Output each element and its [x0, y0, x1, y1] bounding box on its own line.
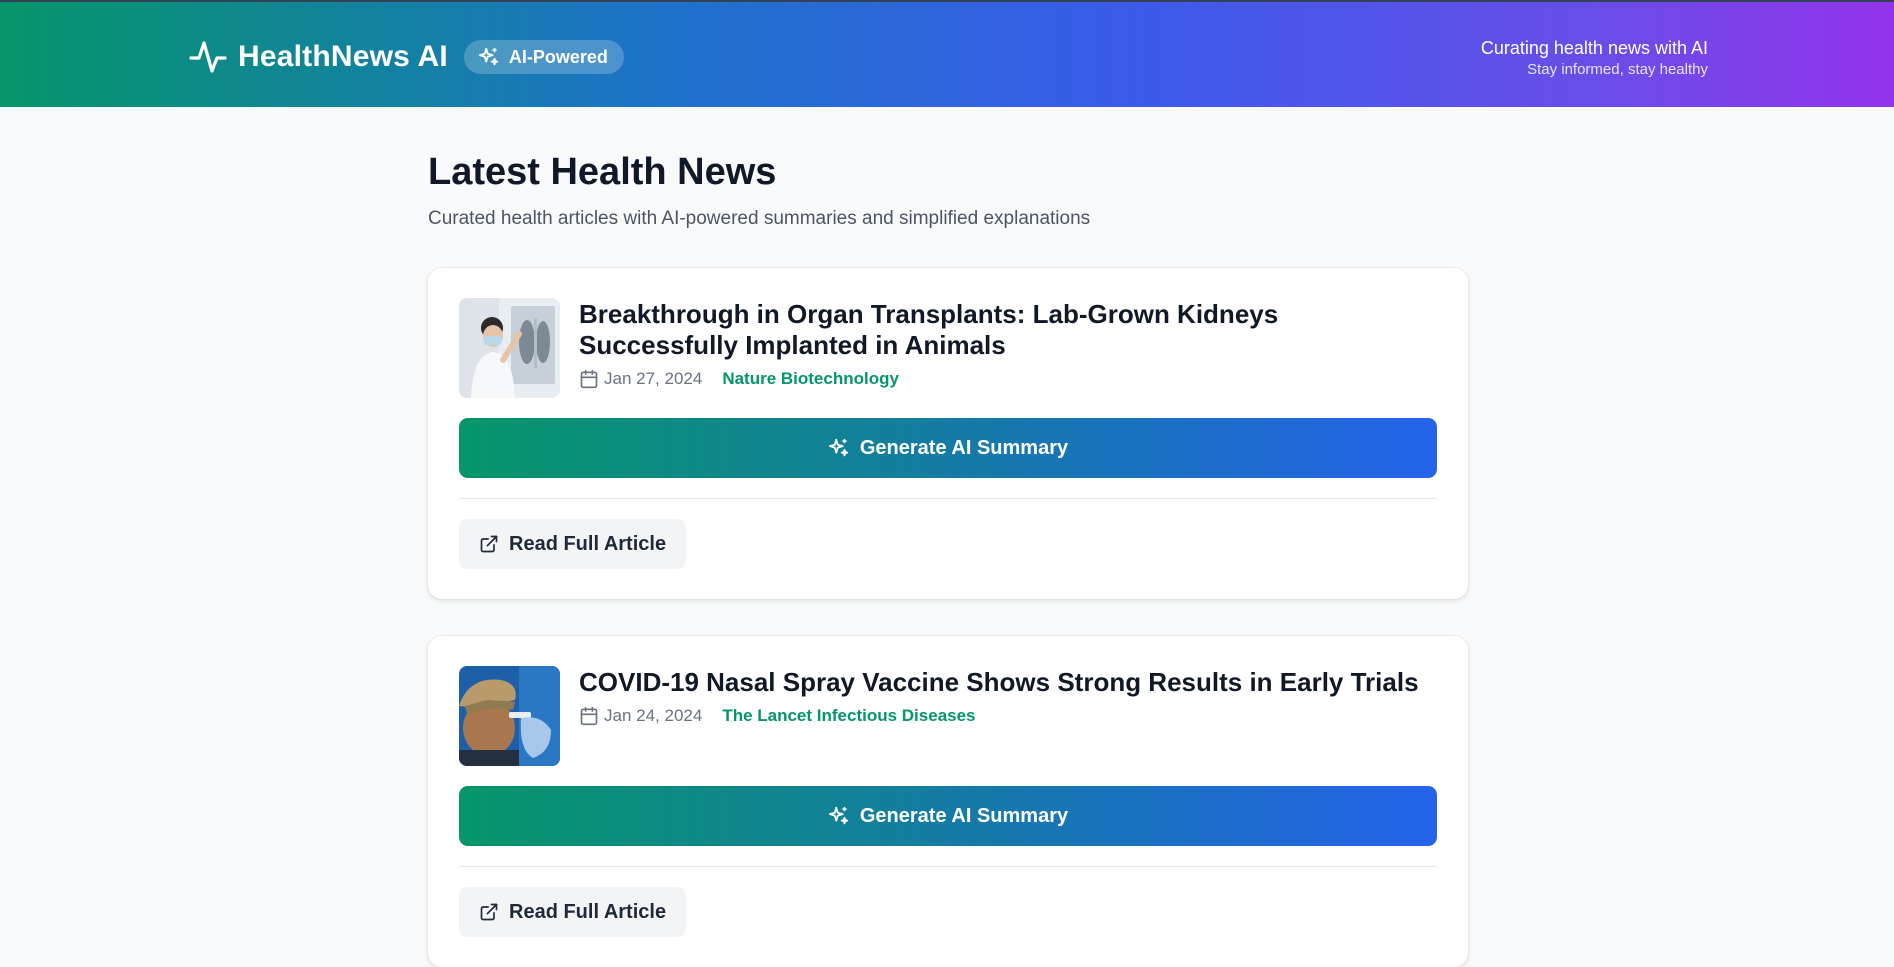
activity-pulse-icon: [189, 41, 227, 73]
divider: [459, 866, 1437, 867]
page-title: Latest Health News: [428, 151, 777, 193]
article-meta: Jan 24, 2024 The Lancet Infectious Disea…: [579, 706, 1419, 726]
article-thumbnail[interactable]: [459, 298, 560, 398]
tagline-sub: Stay informed, stay healthy: [1527, 61, 1708, 78]
article-card: Breakthrough in Organ Transplants: Lab-G…: [428, 268, 1468, 599]
tagline: Curating health news with AI Stay inform…: [1481, 36, 1708, 80]
divider: [459, 498, 1437, 499]
ai-powered-badge: AI-Powered: [463, 40, 624, 74]
article-date: Jan 24, 2024: [604, 706, 703, 725]
article-title[interactable]: COVID-19 Nasal Spray Vaccine Shows Stron…: [579, 667, 1419, 698]
calendar-icon: [580, 369, 598, 389]
main-content: Latest Health News Curated health articl…: [428, 107, 1468, 231]
page-subtitle: Curated health articles with AI-powered …: [428, 208, 1091, 229]
brand-name: HealthNews AI: [238, 40, 448, 73]
sparkles-icon: [478, 47, 499, 66]
calendar-icon: [580, 706, 598, 726]
nasal-spray-image: [459, 666, 560, 766]
article-source: The Lancet Infectious Diseases: [722, 706, 976, 725]
external-link-icon: [480, 535, 498, 553]
generate-button-label: Generate AI Summary: [859, 436, 1069, 459]
article-thumbnail[interactable]: [459, 666, 560, 766]
tagline-main: Curating health news with AI: [1480, 38, 1708, 58]
sparkles-icon: [828, 438, 849, 457]
article-title[interactable]: Breakthrough in Organ Transplants: Lab-G…: [579, 299, 1437, 361]
external-link-icon: [480, 903, 498, 921]
article-meta: Jan 27, 2024 Nature Biotechnology: [579, 369, 1437, 389]
doctor-xray-image: [459, 298, 560, 398]
generate-button-label: Generate AI Summary: [859, 804, 1069, 827]
badge-label: AI-Powered: [508, 46, 608, 67]
read-button-label: Read Full Article: [509, 900, 667, 923]
article-date: Jan 27, 2024: [604, 369, 703, 388]
app-header: HealthNews AI AI-Powered Curating health…: [0, 0, 1894, 107]
read-full-article-button[interactable]: Read Full Article: [459, 887, 687, 937]
article-source: Nature Biotechnology: [722, 369, 899, 388]
generate-ai-summary-button[interactable]: Generate AI Summary: [459, 418, 1437, 478]
sparkles-icon: [828, 806, 849, 825]
read-button-label: Read Full Article: [509, 532, 667, 555]
generate-ai-summary-button[interactable]: Generate AI Summary: [459, 786, 1437, 846]
article-card: COVID-19 Nasal Spray Vaccine Shows Stron…: [428, 636, 1468, 967]
brand[interactable]: HealthNews AI AI-Powered: [188, 38, 624, 76]
read-full-article-button[interactable]: Read Full Article: [459, 519, 687, 569]
